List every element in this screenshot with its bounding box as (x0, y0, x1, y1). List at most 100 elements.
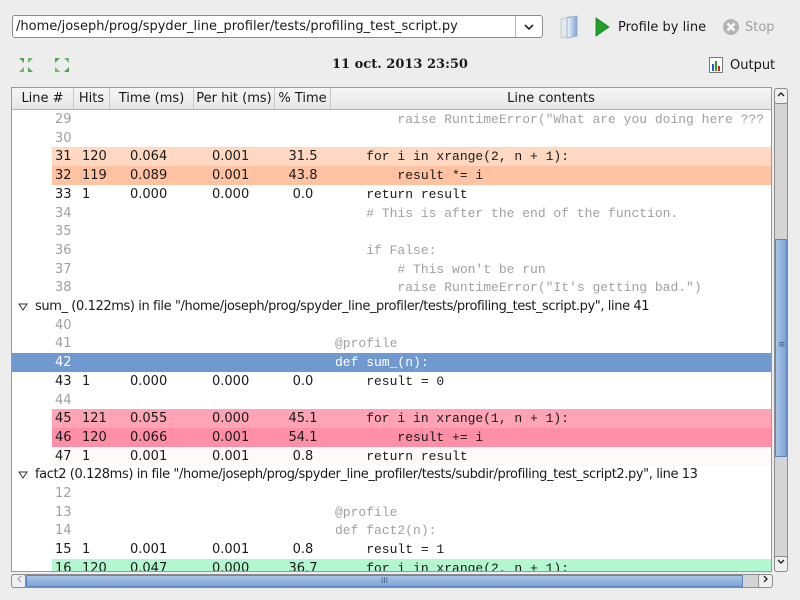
column-header-percent-time[interactable]: % Time (275, 88, 331, 109)
time-cell: 0.089 (130, 168, 168, 184)
hits-cell: 120 (82, 560, 107, 572)
chevron-down-icon (524, 23, 534, 30)
folder-icon (560, 15, 578, 39)
stop-button[interactable]: Stop (722, 14, 775, 40)
stop-label: Stop (745, 19, 775, 35)
table-row[interactable]: 34 # This is after the end of the functi… (12, 204, 771, 223)
file-path-value[interactable]: /home/joseph/prog/spyder_line_profiler/t… (16, 19, 458, 34)
horizontal-scroll-thumb[interactable]: III (26, 575, 743, 587)
combobox-dropdown-button[interactable] (515, 16, 542, 37)
line-number-cell: 14 (55, 523, 72, 539)
function-group-row[interactable]: sum_ (0.122ms) in file "/home/joseph/pro… (12, 297, 771, 316)
table-row[interactable]: 31 120 0.064 0.001 31.5 for i in xrange(2, n… (12, 147, 771, 167)
table-row[interactable]: 14 def fact2(n): (12, 521, 771, 540)
stop-icon (723, 19, 739, 35)
table-row[interactable]: 13 @profile (12, 503, 771, 522)
table-row[interactable]: 44 (12, 391, 771, 410)
line-number-cell: 36 (55, 242, 72, 258)
line-number-cell: 47 (55, 448, 72, 464)
table-row[interactable]: 40 (12, 316, 771, 335)
grip-icon: ≡ (778, 340, 786, 350)
expand-all-button[interactable] (54, 57, 70, 73)
line-number-cell: 38 (55, 280, 72, 296)
column-header-line-contents[interactable]: Line contents (331, 88, 771, 109)
collapse-all-button[interactable] (18, 57, 34, 73)
table-row[interactable]: 41 @profile (12, 334, 771, 353)
line-number-cell: 31 (55, 149, 72, 165)
file-path-combobox[interactable]: /home/joseph/prog/spyder_line_profiler/t… (12, 15, 543, 38)
hits-cell: 1 (82, 448, 91, 464)
table-row[interactable]: 35 (12, 222, 771, 241)
expand-triangle-icon[interactable] (18, 303, 28, 311)
chevron-down-icon (777, 559, 785, 564)
browse-file-button[interactable] (557, 14, 581, 40)
scroll-up-button[interactable] (774, 88, 788, 104)
line-number-cell: 33 (55, 186, 72, 202)
line-number-cell: 15 (55, 542, 72, 558)
per-hit-cell: 0.001 (212, 149, 250, 165)
line-contents-cell: return result (335, 448, 468, 464)
table-row[interactable]: 38 raise RuntimeError("It's getting bad.… (12, 278, 771, 297)
scroll-left-button[interactable] (11, 574, 26, 588)
line-contents-cell: if False: (335, 242, 437, 258)
line-number-cell: 34 (55, 205, 72, 221)
line-number-cell: 42 (55, 355, 72, 371)
scroll-down-button[interactable] (774, 556, 788, 572)
table-row[interactable]: 16 120 0.047 0.000 36.7 for i in xrange(2, n… (12, 558, 771, 572)
table-row[interactable]: 33 1 0.000 0.000 0.0 return result (12, 185, 771, 204)
time-cell: 0.047 (130, 560, 168, 572)
output-label: Output (730, 57, 776, 73)
line-contents-cell: result = 1 (335, 542, 445, 558)
per-hit-cell: 0.001 (212, 448, 250, 464)
table-row[interactable]: 46 120 0.066 0.001 54.1 result += i (12, 427, 771, 447)
vertical-scrollbar[interactable]: ≡ (774, 88, 788, 572)
table-row[interactable]: 42 def sum_(n): (12, 353, 771, 373)
expand-triangle-icon[interactable] (18, 471, 28, 480)
per-hit-cell: 0.000 (212, 186, 250, 202)
time-cell: 0.064 (130, 149, 168, 165)
profile-results-tree[interactable]: Line # Hits Time (ms) Per hit (ms) % Tim… (11, 87, 772, 572)
table-row[interactable]: 29 raise RuntimeError("What are you doin… (12, 110, 771, 129)
function-group-row[interactable]: fact2 (0.128ms) in file "/home/joseph/pr… (12, 465, 771, 484)
expand-all-icon (55, 58, 69, 72)
line-number-cell: 30 (55, 130, 72, 146)
profile-by-line-button[interactable]: Profile by line (594, 14, 706, 40)
table-row[interactable]: 47 1 0.001 0.001 0.8 return result (12, 446, 771, 466)
function-group-label: sum_ (0.122ms) in file "/home/joseph/pro… (35, 299, 650, 314)
line-contents-cell: for i in xrange(2, n + 1): (335, 560, 570, 572)
percent-time-cell: 0.0 (292, 186, 314, 202)
column-header-per-hit[interactable]: Per hit (ms) (194, 88, 275, 109)
profile-by-line-label: Profile by line (618, 19, 707, 35)
time-cell: 0.001 (130, 542, 168, 558)
line-number-cell: 44 (55, 392, 72, 408)
scroll-right-button[interactable] (758, 574, 773, 588)
vertical-scroll-thumb[interactable]: ≡ (775, 239, 787, 457)
time-cell: 0.066 (130, 429, 168, 445)
bar-chart-icon (709, 57, 723, 73)
hits-cell: 119 (82, 168, 107, 184)
table-row[interactable]: 15 1 0.001 0.001 0.8 result = 1 (12, 540, 771, 559)
line-number-cell: 41 (55, 336, 72, 352)
show-output-button[interactable]: Output (709, 56, 775, 74)
percent-time-cell: 0.8 (292, 448, 314, 464)
table-row[interactable]: 12 (12, 484, 771, 503)
line-contents-cell: def fact2(n): (335, 523, 437, 539)
table-row[interactable]: 36 if False: (12, 241, 771, 260)
column-header-time[interactable]: Time (ms) (110, 88, 194, 109)
hits-cell: 1 (82, 542, 91, 558)
table-row[interactable]: 37 # This won't be run (12, 260, 771, 279)
table-row[interactable]: 45 121 0.055 0.000 45.1 for i in xrange(1, n… (12, 409, 771, 429)
percent-time-cell: 0.0 (292, 373, 314, 389)
table-row[interactable]: 30 (12, 129, 771, 148)
per-hit-cell: 0.001 (212, 429, 250, 445)
horizontal-scrollbar[interactable]: III (11, 574, 773, 588)
percent-time-cell: 43.8 (288, 168, 318, 184)
table-row[interactable]: 32 119 0.089 0.001 43.8 result *= i (12, 166, 771, 186)
column-header-line-number[interactable]: Line # (12, 88, 74, 109)
line-number-cell: 16 (55, 560, 72, 572)
line-number-cell: 32 (55, 168, 72, 184)
table-row[interactable]: 43 1 0.000 0.000 0.0 result = 0 (12, 372, 771, 391)
line-number-cell: 37 (55, 261, 72, 277)
time-cell: 0.001 (130, 448, 168, 464)
column-header-hits[interactable]: Hits (74, 88, 110, 109)
